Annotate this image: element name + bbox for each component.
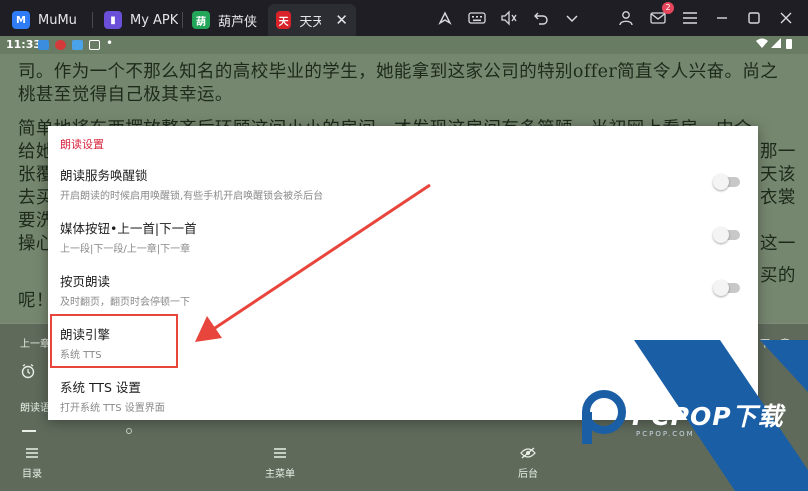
highlight-box bbox=[50, 314, 178, 368]
tab-myapk[interactable]: ▮ My APK bbox=[104, 4, 178, 36]
notification-icon bbox=[55, 40, 66, 50]
tab-label: 葫芦侠 bbox=[218, 14, 258, 30]
setting-title: 媒体按钮•上一首|下一首 bbox=[60, 221, 197, 236]
read-aloud-settings-dialog: 朗读设置 朗读服务唤醒锁 开启朗读的时候启用唤醒锁,有些手机开启唤醒锁会被杀后台… bbox=[48, 126, 758, 420]
setting-title: 按页朗读 bbox=[60, 274, 111, 289]
dot-icon: • bbox=[106, 36, 114, 50]
setting-title: 朗读服务唤醒锁 bbox=[60, 168, 148, 183]
setting-subtitle: 开启朗读的时候启用唤醒锁,有些手机开启唤醒锁会被杀后台 bbox=[60, 191, 324, 202]
close-window-icon[interactable] bbox=[777, 9, 795, 27]
nav-label: 目录 bbox=[22, 469, 42, 480]
mumu-icon: M bbox=[12, 11, 30, 29]
dialog-title: 朗读设置 bbox=[60, 138, 104, 151]
setting-wakelock[interactable]: 朗读服务唤醒锁 开启朗读的时候启用唤醒锁,有些手机开启唤醒锁会被杀后台 bbox=[48, 165, 758, 217]
media-button-toggle[interactable] bbox=[713, 227, 740, 243]
tab-huluxia[interactable]: 葫 葫芦侠 bbox=[192, 4, 262, 36]
nav-label: 后台 bbox=[518, 469, 538, 480]
tab-mumu[interactable]: M MuMu bbox=[12, 4, 78, 36]
toggle-knob bbox=[713, 174, 729, 190]
list-icon bbox=[26, 448, 38, 458]
location-pin-icon[interactable] bbox=[436, 9, 454, 27]
myapk-icon: ▮ bbox=[104, 11, 122, 29]
android-status-bar: 11:33 • bbox=[0, 36, 808, 54]
huluxia-icon: 葫 bbox=[192, 11, 210, 29]
next-chapter-button[interactable]: 下一章 bbox=[760, 335, 790, 350]
status-time: 11:33 bbox=[6, 38, 42, 51]
tab-divider bbox=[92, 12, 93, 28]
toggle-knob bbox=[713, 227, 729, 243]
read-by-page-toggle[interactable] bbox=[713, 280, 740, 296]
emulator-title-bar: M MuMu ▮ My APK 葫 葫芦侠 天 天天 ✕ 2 bbox=[0, 0, 808, 36]
tab-reader-active[interactable]: 天 天天 ✕ bbox=[268, 4, 356, 36]
back-icon[interactable] bbox=[532, 9, 550, 27]
nav-background[interactable]: 后台 bbox=[498, 447, 558, 480]
eye-off-icon bbox=[520, 447, 536, 459]
minimize-icon[interactable] bbox=[713, 9, 731, 27]
menu-icon bbox=[274, 448, 286, 458]
nav-main-menu[interactable]: 主菜单 bbox=[250, 447, 310, 480]
notification-icon bbox=[72, 40, 83, 50]
timer-icon[interactable] bbox=[20, 363, 36, 383]
keyboard-icon[interactable] bbox=[468, 9, 486, 27]
mute-icon[interactable] bbox=[500, 9, 518, 27]
setting-subtitle: 打开系统 TTS 设置界面 bbox=[60, 403, 165, 414]
mail-badge: 2 bbox=[662, 2, 674, 14]
reader-line-fragment: 买的 bbox=[760, 266, 796, 286]
speed-slider-track[interactable] bbox=[22, 430, 36, 432]
close-tab-icon[interactable]: ✕ bbox=[335, 11, 348, 29]
reader-line: 司。作为一个不那么知名的高校毕业的学生，她能拿到这家公司的特别offer简直令人… bbox=[18, 62, 779, 82]
setting-subtitle: 上一段|下一段/上一章|下一章 bbox=[60, 244, 191, 255]
setting-media-button[interactable]: 媒体按钮•上一首|下一首 上一段|下一段/上一章|下一章 bbox=[48, 218, 758, 270]
reader-line: 桃甚至觉得自己极其幸运。 bbox=[18, 85, 233, 105]
tab-label: My APK bbox=[130, 12, 178, 28]
battery-icon bbox=[786, 39, 792, 49]
nav-label: 主菜单 bbox=[265, 469, 295, 480]
wifi-icon bbox=[756, 38, 768, 51]
tab-label: MuMu bbox=[38, 12, 77, 28]
user-icon[interactable] bbox=[617, 9, 635, 27]
reader-line-fragment: 那一 bbox=[760, 142, 796, 162]
tab-divider bbox=[182, 12, 183, 28]
reader-app-icon: 天 bbox=[276, 11, 292, 29]
maximize-icon[interactable] bbox=[745, 9, 763, 27]
setting-subtitle: 及时翻页，翻页时会停顿一下 bbox=[60, 297, 190, 308]
chevron-down-icon[interactable] bbox=[563, 9, 581, 27]
notification-icon bbox=[38, 40, 49, 50]
prev-chapter-button[interactable]: 上一章 bbox=[20, 335, 50, 350]
reader-line-fragment: 衣裳 bbox=[760, 188, 796, 208]
cube-icon bbox=[89, 40, 100, 50]
toggle-knob bbox=[713, 280, 729, 296]
nav-catalog[interactable]: 目录 bbox=[2, 447, 62, 480]
reader-line-fragment: 这一 bbox=[760, 234, 796, 254]
setting-title: 系统 TTS 设置 bbox=[60, 380, 141, 395]
hamburger-menu-icon[interactable] bbox=[681, 9, 699, 27]
wakelock-toggle[interactable] bbox=[713, 174, 740, 190]
watermark-subtext: PCPOP.COM bbox=[636, 430, 695, 438]
signal-icon bbox=[771, 38, 781, 51]
reader-line-fragment: 天该 bbox=[760, 165, 796, 185]
watermark-logo: PCPOP下载 bbox=[632, 402, 784, 431]
tab-label: 天天 bbox=[299, 14, 322, 30]
